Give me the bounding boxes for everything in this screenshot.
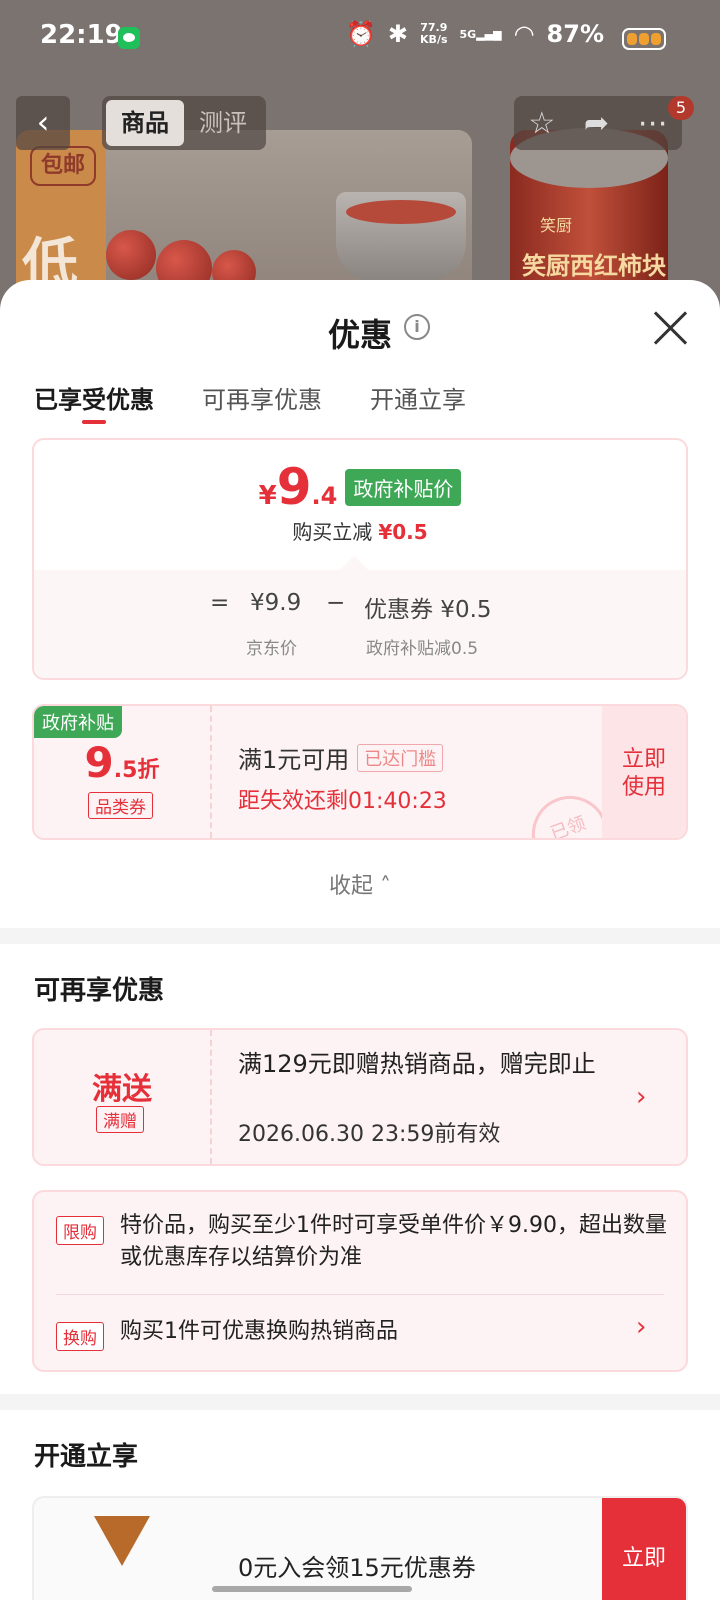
- collapse-button[interactable]: 收起 ˄: [0, 868, 720, 900]
- battery-cell: [627, 33, 637, 45]
- tab-review[interactable]: 测评: [184, 100, 262, 146]
- network-speed-unit: KB/s: [420, 33, 448, 46]
- gift-type-label: 满送: [92, 1072, 152, 1107]
- rule-divider: [56, 1294, 664, 1295]
- jd-price: ¥9.9: [250, 590, 302, 616]
- instant-reduce: 购买立减 ¥0.5: [34, 516, 686, 545]
- more-icon[interactable]: ⋯: [638, 106, 668, 141]
- nav-actions: ☆ ➦ ⋯: [514, 96, 682, 150]
- exchange-text: 购买1件可优惠换购热销商品: [120, 1319, 398, 1344]
- product-tabs: 商品 测评: [102, 96, 266, 150]
- reduce-label: 购买立减: [292, 520, 373, 544]
- status-time: 22:19: [40, 20, 123, 50]
- can-brand: 笑厨: [540, 216, 573, 235]
- home-indicator: [212, 1586, 412, 1592]
- chevron-right-icon: ›: [636, 1082, 647, 1112]
- price-integer: 9: [276, 458, 312, 516]
- coupon-amount: 优惠券 ¥0.5: [364, 597, 492, 623]
- wechat-icon: [118, 27, 140, 49]
- free-shipping-badge: 包邮: [30, 146, 96, 186]
- coupon-countdown: 距失效还剩01:40:23: [238, 789, 447, 814]
- final-price: ¥ 9 .4: [259, 462, 338, 512]
- share-icon[interactable]: ➦: [584, 106, 609, 141]
- close-icon[interactable]: [652, 310, 688, 346]
- section-title-join: 开通立享: [34, 1442, 139, 1472]
- rules-card: 限购 特价品，购买至少1件时可享受单件价￥9.90，超出数量或优惠库存以结算价为…: [32, 1190, 688, 1372]
- signal-icon: 5G▂▄▆: [459, 27, 502, 41]
- coupon-value: 政府补贴 9.5折 品类券: [34, 706, 212, 838]
- gov-reduce-label: 政府补贴减0.5: [366, 639, 479, 659]
- price-decimal: .4: [311, 482, 338, 510]
- bluetooth-icon: ✱: [387, 20, 409, 48]
- chevron-right-icon: ›: [636, 1312, 647, 1342]
- tab-product[interactable]: 商品: [106, 100, 184, 146]
- category-coupon-tag: 品类券: [88, 792, 153, 819]
- price-summary: ¥ 9 .4 政府补贴价 购买立减 ¥0.5: [34, 440, 686, 570]
- use-now-button[interactable]: 立即使用: [602, 706, 686, 838]
- gift-promo-card[interactable]: 满送 满赠 满129元即赠热销商品，赠完即止 2026.06.30 23:59前…: [32, 1028, 688, 1166]
- gift-valid-time: 2026.06.30 23:59前有效: [238, 1122, 501, 1147]
- discount-small: .5折: [113, 758, 160, 783]
- battery-cell: [639, 33, 649, 45]
- price-breakdown: = ¥9.9 − 优惠券 ¥0.5 京东价 政府补贴减0.5: [34, 570, 686, 678]
- limit-text: 特价品，购买至少1件时可享受单件价￥9.90，超出数量或优惠库存以结算价为准: [120, 1213, 667, 1270]
- section-title-more: 可再享优惠: [34, 976, 165, 1006]
- collapse-label: 收起: [328, 874, 373, 899]
- tab-enjoyed[interactable]: 已享受优惠: [34, 376, 154, 436]
- gov-subsidy-corner: 政府补贴: [34, 706, 122, 738]
- vip-offer-text: 0元入会领15元优惠券: [238, 1554, 476, 1582]
- gov-subsidy-tag: 政府补贴价: [345, 469, 462, 506]
- sheet-title: 优惠: [327, 316, 392, 354]
- network-type: 5G: [459, 27, 477, 41]
- status-indicators: ⏰ ✱ 77.9 KB/s 5G▂▄▆ ◠ 87%: [346, 20, 604, 48]
- tab-more-discounts[interactable]: 可再享优惠: [202, 376, 322, 436]
- can-label: 笑厨西红柿块: [522, 252, 666, 280]
- coupon-info: 满1元可用 已达门槛 距失效还剩01:40:23: [238, 740, 447, 815]
- info-icon[interactable]: i: [404, 314, 430, 340]
- tab-join-now[interactable]: 开通立享: [370, 376, 466, 436]
- sheet-header: 优惠 i: [0, 280, 720, 376]
- star-icon[interactable]: ☆: [528, 106, 555, 141]
- pot-sauce-graphic: [346, 200, 456, 224]
- discount-big: 9: [84, 738, 114, 787]
- battery-cell: [651, 33, 661, 45]
- coupon-card: 政府补贴 9.5折 品类券 满1元可用 已达门槛 距失效还剩01:40:23 已…: [32, 704, 688, 840]
- exchange-tag: 换购: [56, 1322, 104, 1351]
- message-badge: 5: [668, 96, 694, 120]
- currency-symbol: ¥: [258, 481, 277, 511]
- back-button[interactable]: ‹: [16, 96, 70, 150]
- final-price-line: ¥ 9 .4 政府补贴价: [34, 462, 686, 512]
- chevron-up-icon: ˄: [380, 874, 391, 899]
- discount-sheet: 优惠 i 已享受优惠 可再享优惠 开通立享 ¥ 9 .4 政府补贴价 购买立减 ¥…: [0, 280, 720, 1600]
- vip-card: 0元入会领15元优惠券 立即: [32, 1496, 688, 1600]
- alarm-icon: ⏰: [346, 20, 376, 48]
- section-divider: [0, 928, 720, 944]
- chevron-left-icon: ‹: [36, 103, 50, 141]
- wifi-icon: ◠: [513, 20, 535, 48]
- gift-tag: 满赠: [96, 1106, 144, 1133]
- equals-sign: =: [210, 590, 230, 616]
- network-speed: 77.9 KB/s: [420, 22, 447, 46]
- minus-sign: −: [326, 590, 346, 616]
- coupon-condition-text: 满1元可用: [238, 746, 350, 774]
- battery-percent: 87%: [546, 20, 604, 48]
- battery-icon: [622, 28, 666, 50]
- coupon-condition: 满1元可用 已达门槛: [238, 740, 447, 775]
- threshold-met-tag: 已达门槛: [357, 743, 444, 772]
- status-bar: 22:19 ⏰ ✱ 77.9 KB/s 5G▂▄▆ ◠ 87%: [0, 0, 720, 76]
- tomato-graphic: [106, 230, 156, 280]
- gift-description: 满129元即赠热销商品，赠完即止: [238, 1050, 596, 1078]
- section-divider: [0, 1394, 720, 1410]
- gift-type: 满送 满赠: [34, 1030, 212, 1164]
- price-card: ¥ 9 .4 政府补贴价 购买立减 ¥0.5 = ¥9.9 − 优惠券 ¥0.5 …: [32, 438, 688, 680]
- reduce-value: ¥0.5: [378, 520, 428, 544]
- vip-logo-icon: [94, 1516, 150, 1566]
- limit-tag: 限购: [56, 1216, 104, 1245]
- discount-rate: 9.5折: [34, 738, 210, 787]
- sheet-tabs: 已享受优惠 可再享优惠 开通立享: [0, 376, 720, 436]
- join-now-button[interactable]: 立即: [602, 1498, 686, 1600]
- jd-price-label: 京东价: [246, 639, 297, 659]
